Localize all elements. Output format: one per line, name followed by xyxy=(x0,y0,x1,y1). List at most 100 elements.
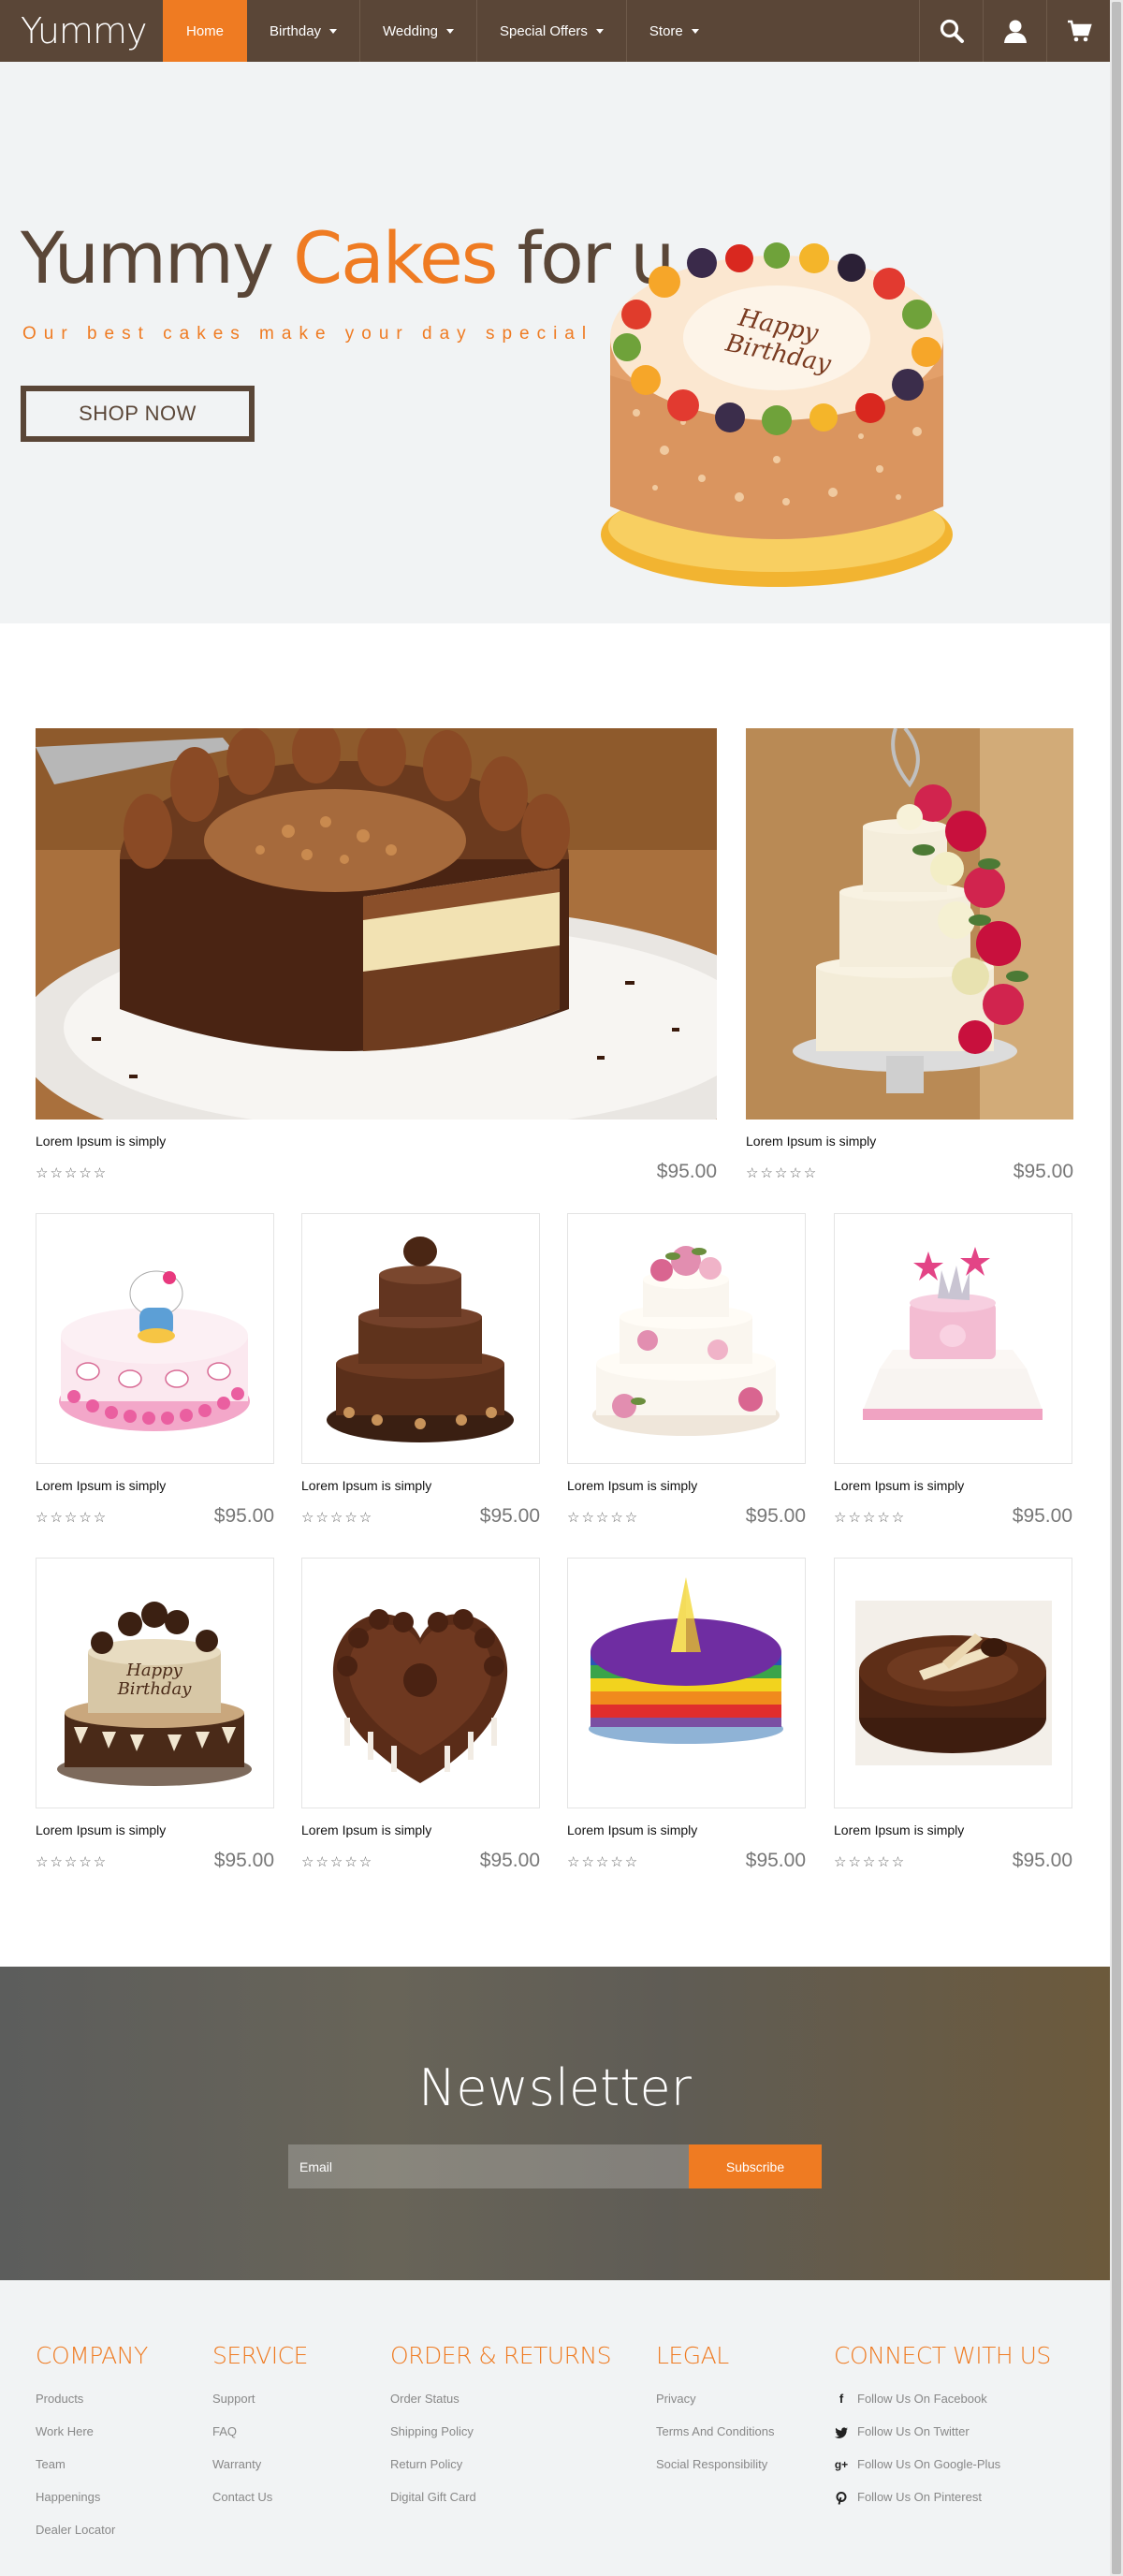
nav-item-wedding[interactable]: Wedding xyxy=(360,0,477,62)
chocolate-cake-image xyxy=(36,728,717,1120)
nav-item-store[interactable]: Store xyxy=(627,0,722,62)
product-price: $95.00 xyxy=(1013,1161,1073,1182)
rating-stars[interactable]: ☆☆☆☆☆ xyxy=(36,1164,108,1181)
rating-stars[interactable]: ☆☆☆☆☆ xyxy=(36,1853,108,1870)
product-name[interactable]: Lorem Ipsum is simply xyxy=(301,1822,431,1837)
shop-now-button[interactable]: SHOP NOW xyxy=(21,386,255,442)
hero-title: Yummy Cakes for u xyxy=(21,216,675,300)
product-name[interactable]: Lorem Ipsum is simply xyxy=(567,1478,697,1493)
footer-column-order-returns: ORDER & RETURNS Order Status Shipping Po… xyxy=(390,2342,612,2523)
nav-item-birthday[interactable]: Birthday xyxy=(247,0,361,62)
cart-button[interactable] xyxy=(1046,0,1110,62)
rating-stars[interactable]: ☆☆☆☆☆ xyxy=(834,1853,906,1870)
footer-link[interactable]: Digital Gift Card xyxy=(390,2490,611,2523)
hero-birthday-cake-image: Happy Birthday xyxy=(601,242,953,587)
footer-link[interactable]: Support xyxy=(212,2392,308,2424)
white-floral-cake-image xyxy=(592,1246,780,1436)
footer-link[interactable]: Work Here xyxy=(36,2424,148,2457)
site-logo[interactable]: Yummy xyxy=(0,0,163,62)
product-image[interactable] xyxy=(834,1558,1072,1808)
footer-link-label: Follow Us On Facebook xyxy=(857,2392,987,2406)
product-image[interactable] xyxy=(567,1558,806,1808)
product-card[interactable]: Lorem Ipsum is simply ☆☆☆☆☆ $95.00 xyxy=(746,728,1073,1187)
product-card[interactable]: Happy Birthday Lorem Ipsum is simply ☆☆☆… xyxy=(36,1558,274,1876)
rating-stars[interactable]: ☆☆☆☆☆ xyxy=(567,1853,639,1870)
product-price: $95.00 xyxy=(213,1505,274,1527)
product-image[interactable] xyxy=(834,1213,1072,1464)
rating-stars[interactable]: ☆☆☆☆☆ xyxy=(301,1853,373,1870)
product-image[interactable] xyxy=(36,728,717,1120)
caret-down-icon xyxy=(445,28,454,34)
chocolate-swirl-cake-image xyxy=(855,1601,1052,1765)
footer-link[interactable]: Order Status xyxy=(390,2392,611,2424)
product-card[interactable]: Lorem Ipsum is simply ☆☆☆☆☆ $95.00 xyxy=(567,1558,806,1876)
cart-icon xyxy=(1067,20,1092,42)
product-name[interactable]: Lorem Ipsum is simply xyxy=(834,1478,964,1493)
account-button[interactable] xyxy=(983,0,1046,62)
footer-link[interactable]: Dealer Locator xyxy=(36,2523,148,2555)
footer-link[interactable]: FAQ xyxy=(212,2424,308,2457)
nav-label: Store xyxy=(649,22,683,39)
page-scrollbar[interactable] xyxy=(1110,0,1123,2576)
hero-title-part1: Yummy xyxy=(21,216,294,300)
product-card[interactable]: Lorem Ipsum is simply ☆☆☆☆☆ $95.00 xyxy=(36,728,717,1187)
caret-down-icon xyxy=(595,28,604,34)
product-card[interactable]: Lorem Ipsum is simply ☆☆☆☆☆ $95.00 xyxy=(301,1558,540,1876)
product-card[interactable]: Lorem Ipsum is simply ☆☆☆☆☆ $95.00 xyxy=(834,1213,1072,1531)
hero-title-accent: Cakes xyxy=(293,216,498,300)
product-name[interactable]: Lorem Ipsum is simply xyxy=(746,1134,876,1149)
product-name[interactable]: Lorem Ipsum is simply xyxy=(567,1822,697,1837)
footer-link[interactable]: Warranty xyxy=(212,2457,308,2490)
footer-link[interactable]: Social Responsibility xyxy=(656,2457,774,2490)
product-name[interactable]: Lorem Ipsum is simply xyxy=(36,1478,166,1493)
product-card[interactable]: Lorem Ipsum is simply ☆☆☆☆☆ $95.00 xyxy=(36,1213,274,1531)
product-card[interactable]: Lorem Ipsum is simply ☆☆☆☆☆ $95.00 xyxy=(301,1213,540,1531)
footer-column-legal: LEGAL Privacy Terms And Conditions Socia… xyxy=(656,2342,774,2490)
footer-heading: ORDER & RETURNS xyxy=(390,2342,612,2369)
product-name[interactable]: Lorem Ipsum is simply xyxy=(301,1478,431,1493)
floral-wedding-cake-image xyxy=(746,728,1073,1120)
rating-stars[interactable]: ☆☆☆☆☆ xyxy=(301,1509,373,1526)
product-image[interactable] xyxy=(567,1213,806,1464)
search-button[interactable] xyxy=(919,0,983,62)
product-card[interactable]: Lorem Ipsum is simply ☆☆☆☆☆ $95.00 xyxy=(567,1213,806,1531)
footer-link[interactable]: Return Policy xyxy=(390,2457,611,2490)
nav-item-special-offers[interactable]: Special Offers xyxy=(477,0,627,62)
footer-link[interactable]: Terms And Conditions xyxy=(656,2424,774,2457)
footer-social-link[interactable]: g+ Follow Us On Google-Plus xyxy=(834,2457,1051,2490)
newsletter-title: Newsletter xyxy=(418,2058,692,2117)
footer-social-link[interactable]: f Follow Us On Facebook xyxy=(834,2392,1051,2424)
product-image[interactable] xyxy=(301,1213,540,1464)
hello-kitty-cake-image xyxy=(59,1270,250,1431)
footer-social-link[interactable]: Follow Us On Pinterest xyxy=(834,2490,1051,2523)
product-name[interactable]: Lorem Ipsum is simply xyxy=(36,1134,166,1149)
rating-stars[interactable]: ☆☆☆☆☆ xyxy=(746,1164,818,1181)
product-image[interactable] xyxy=(36,1213,274,1464)
newsletter-email-input[interactable] xyxy=(288,2144,689,2188)
product-image[interactable] xyxy=(301,1558,540,1808)
footer-link[interactable]: Shipping Policy xyxy=(390,2424,611,2457)
footer-social-link[interactable]: Follow Us On Twitter xyxy=(834,2424,1051,2457)
product-card[interactable]: Lorem Ipsum is simply ☆☆☆☆☆ $95.00 xyxy=(834,1558,1072,1876)
footer-link[interactable]: Happenings xyxy=(36,2490,148,2523)
pink-crown-cake-image xyxy=(863,1247,1043,1420)
rating-stars[interactable]: ☆☆☆☆☆ xyxy=(834,1509,906,1526)
scrollbar-thumb[interactable] xyxy=(1112,2,1121,2574)
birthday-chocolate-cake-image: Happy Birthday xyxy=(57,1602,252,1786)
footer-link[interactable]: Privacy xyxy=(656,2392,774,2424)
product-name[interactable]: Lorem Ipsum is simply xyxy=(834,1822,964,1837)
product-name[interactable]: Lorem Ipsum is simply xyxy=(36,1822,166,1837)
product-image[interactable] xyxy=(746,728,1073,1120)
footer-link[interactable]: Products xyxy=(36,2392,148,2424)
subscribe-button[interactable]: Subscribe xyxy=(689,2144,822,2188)
footer-link[interactable]: Contact Us xyxy=(212,2490,308,2523)
newsletter-section: Newsletter Subscribe xyxy=(0,1967,1110,2280)
rainbow-cake-image xyxy=(589,1577,783,1744)
nav-item-home[interactable]: Home xyxy=(163,0,248,62)
hero-section: Yummy Cakes for u Our best cakes make yo… xyxy=(0,62,1110,623)
rating-stars[interactable]: ☆☆☆☆☆ xyxy=(36,1509,108,1526)
product-image[interactable]: Happy Birthday xyxy=(36,1558,274,1808)
footer-link[interactable]: Team xyxy=(36,2457,148,2490)
nav-label: Home xyxy=(186,22,225,39)
rating-stars[interactable]: ☆☆☆☆☆ xyxy=(567,1509,639,1526)
